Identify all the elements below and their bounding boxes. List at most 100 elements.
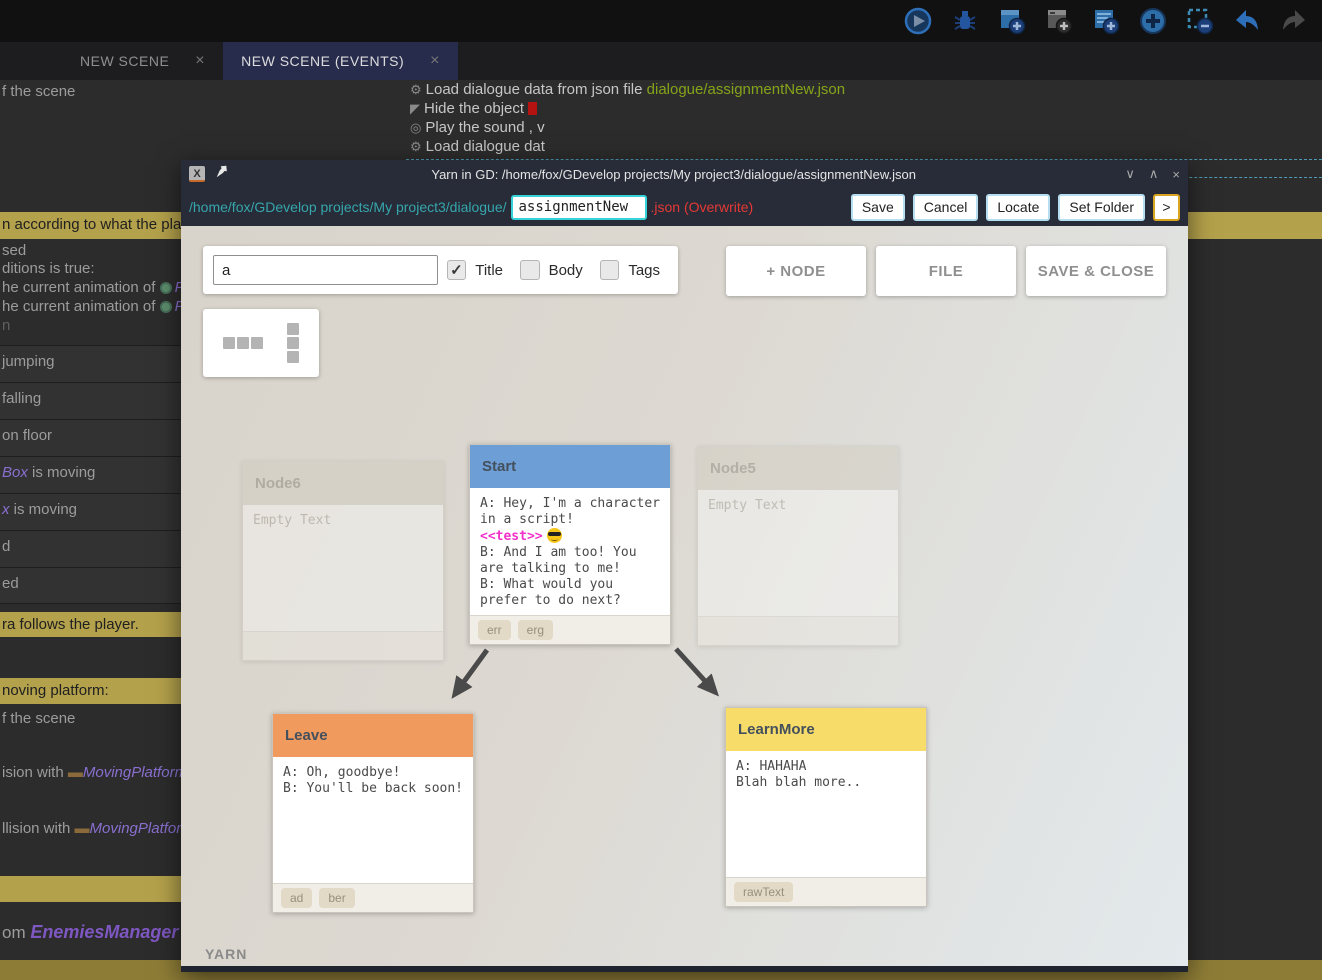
debug-icon[interactable]: [951, 7, 979, 35]
title-filter-label: Title: [475, 262, 503, 279]
cancel-button[interactable]: Cancel: [913, 194, 979, 221]
event-row[interactable]: x is moving: [0, 493, 181, 530]
path-prefix: /home/fox/GDevelop projects/My project3/…: [189, 199, 507, 215]
overwrite-warning: .json (Overwrite): [651, 199, 754, 215]
yarn-node-learnmore[interactable]: LearnMore A: HAHAHA Blah blah more.. raw…: [725, 707, 927, 907]
add-node-button[interactable]: + NODE: [726, 246, 866, 296]
filename-input[interactable]: [511, 195, 647, 220]
tab-new-scene[interactable]: NEW SCENE ×: [62, 42, 223, 80]
app-icon: X: [189, 166, 205, 182]
remove-selection-icon[interactable]: [1186, 7, 1214, 35]
pin-icon[interactable]: [215, 164, 228, 184]
event-row-collision-2[interactable]: llision with ▬MovingPlatform: [2, 820, 194, 837]
title-checkbox[interactable]: [447, 260, 467, 280]
event-row[interactable]: ed: [0, 567, 181, 604]
event-hide-object[interactable]: ◤Hide the object: [410, 100, 537, 117]
tab-new-scene-events[interactable]: NEW SCENE (EVENTS) ×: [223, 42, 458, 80]
restore-icon[interactable]: ∧: [1149, 166, 1159, 182]
tab-label: NEW SCENE (EVENTS): [241, 53, 404, 69]
event-row[interactable]: n: [2, 317, 10, 334]
redo-icon[interactable]: [1280, 7, 1308, 35]
tags-filter-label: Tags: [628, 262, 660, 279]
save-and-close-button[interactable]: SAVE & CLOSE: [1026, 246, 1166, 296]
close-icon[interactable]: ×: [430, 52, 440, 70]
yarn-command: <<test>>: [480, 529, 543, 544]
body-checkbox[interactable]: [520, 260, 540, 280]
tag-chip[interactable]: ad: [281, 888, 312, 908]
close-icon[interactable]: ×: [1172, 167, 1180, 182]
dialog-pathbar: /home/fox/GDevelop projects/My project3/…: [181, 188, 1188, 226]
event-play-sound[interactable]: ◎Play the sound , v: [410, 119, 545, 136]
yarn-canvas[interactable]: Title Body Tags + NODE FILE SAVE & CLOSE…: [181, 226, 1188, 966]
event-row[interactable]: falling: [0, 382, 181, 419]
tags-checkbox[interactable]: [600, 260, 620, 280]
event-row-enemies[interactable]: om EnemiesManager: [2, 922, 178, 943]
node-footer: [243, 631, 443, 660]
save-button[interactable]: Save: [851, 194, 905, 221]
tag-chip[interactable]: erg: [518, 620, 553, 640]
zoom-control-widget[interactable]: [203, 309, 319, 377]
yarn-node-node5[interactable]: Node5 Empty Text: [697, 446, 899, 646]
node-title: Node5: [698, 447, 898, 490]
vertical-dots-icon: [287, 323, 299, 363]
add-events-icon[interactable]: [1092, 7, 1120, 35]
platform-icon: ▬: [68, 764, 81, 781]
tag-chip[interactable]: ber: [319, 888, 354, 908]
close-icon[interactable]: ×: [195, 52, 205, 70]
yarn-watermark: YARN: [205, 946, 247, 962]
shade-icon[interactable]: ∨: [1125, 166, 1135, 182]
sound-icon: ◎: [410, 120, 421, 135]
platform-icon: ▬: [75, 820, 88, 837]
yarn-node-node6[interactable]: Node6 Empty Text: [242, 461, 444, 661]
event-row[interactable]: f the scene: [2, 83, 75, 100]
tag-chip[interactable]: err: [478, 620, 511, 640]
search-input[interactable]: [213, 255, 438, 285]
add-external-layout-icon[interactable]: [1045, 7, 1073, 35]
event-row[interactable]: on floor: [0, 419, 181, 456]
comment-row[interactable]: [0, 876, 181, 902]
event-row[interactable]: sed: [2, 242, 26, 259]
event-row-collision-1[interactable]: ision with ▬MovingPlatform: [2, 764, 187, 781]
event-row[interactable]: jumping: [0, 345, 181, 382]
json-file-link[interactable]: dialogue/assignmentNew.json: [647, 81, 845, 98]
add-scene-icon[interactable]: [998, 7, 1026, 35]
event-row[interactable]: f the scene: [2, 710, 75, 727]
more-button[interactable]: >: [1153, 194, 1180, 221]
tab-label: NEW SCENE: [80, 53, 169, 69]
flag-icon: ◤: [410, 101, 420, 116]
comment-row[interactable]: ra follows the player.: [0, 612, 181, 637]
event-load-dialogue[interactable]: ⚙Load dialogue data from json file dialo…: [410, 81, 845, 98]
cool-emoji-icon: [547, 528, 562, 543]
body-filter-label: Body: [549, 262, 583, 279]
event-row[interactable]: d: [0, 530, 181, 567]
tab-bar: NEW SCENE × NEW SCENE (EVENTS) ×: [0, 42, 1322, 80]
dialog-title: Yarn in GD: /home/fox/GDevelop projects/…: [236, 167, 1111, 182]
event-row[interactable]: ditions is true:: [2, 260, 95, 277]
set-folder-button[interactable]: Set Folder: [1058, 194, 1145, 221]
node-footer: ad ber: [273, 883, 473, 912]
node-body: Empty Text: [243, 505, 443, 537]
event-row-animation-2[interactable]: he current animation of Pl: [2, 298, 188, 315]
tag-chip[interactable]: rawText: [734, 882, 793, 902]
node-body: A: Oh, goodbye! B: You'll be back soon!: [273, 757, 473, 805]
node-footer: [698, 616, 898, 645]
node-footer: rawText: [726, 877, 926, 906]
event-load-dialogue-2[interactable]: ⚙Load dialogue dat: [410, 138, 545, 155]
event-row-animation-1[interactable]: he current animation of Pl: [2, 279, 188, 296]
yarn-node-leave[interactable]: Leave A: Oh, goodbye! B: You'll be back …: [272, 713, 474, 913]
event-row[interactable]: Box is moving: [0, 456, 181, 493]
file-button[interactable]: FILE: [876, 246, 1016, 296]
comment-row[interactable]: noving platform:: [0, 678, 181, 704]
animation-badge-icon: [160, 301, 172, 313]
yarn-node-start[interactable]: Start A: Hey, I'm a character in a scrip…: [469, 444, 671, 645]
undo-icon[interactable]: [1233, 7, 1261, 35]
add-object-icon[interactable]: [1139, 7, 1167, 35]
node-body: A: Hey, I'm a character in a script!<<te…: [470, 488, 670, 617]
horizontal-dots-icon: [223, 337, 263, 349]
node-title: Leave: [273, 714, 473, 757]
node-title: LearnMore: [726, 708, 926, 751]
locate-button[interactable]: Locate: [986, 194, 1050, 221]
animation-badge-icon: [160, 282, 172, 294]
play-icon[interactable]: [904, 7, 932, 35]
dialog-titlebar[interactable]: X Yarn in GD: /home/fox/GDevelop project…: [181, 160, 1188, 188]
